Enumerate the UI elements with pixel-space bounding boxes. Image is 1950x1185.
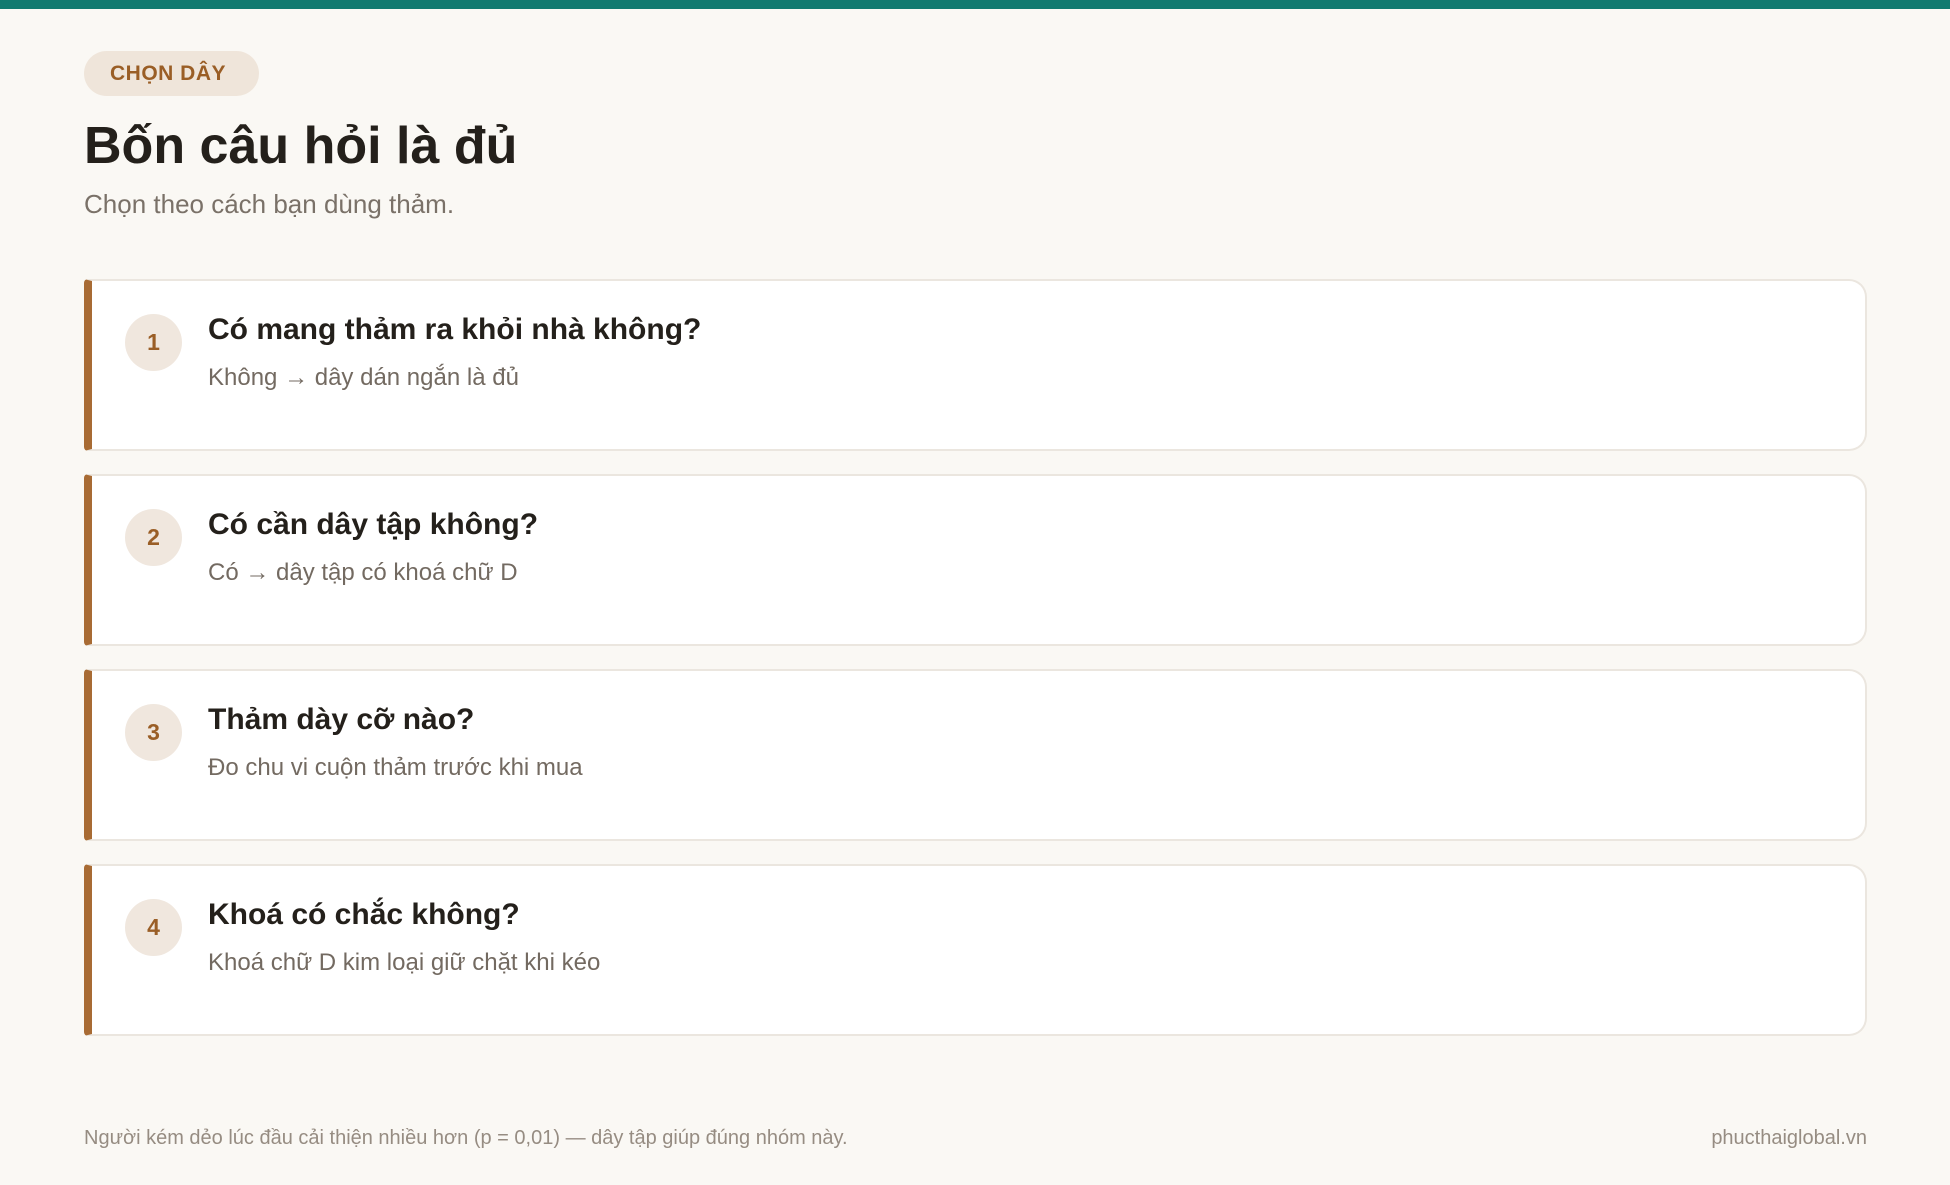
question-card-1: 1 Có mang thảm ra khỏi nhà không? Không … (84, 279, 1867, 451)
question-number-badge: 1 (125, 314, 182, 371)
page: CHỌN DÂY Bốn câu hỏi là đủ Chọn theo các… (84, 0, 1867, 1185)
question-answer: Có → dây tập có khoá chữ D (208, 559, 518, 586)
question-title: Thảm dày cỡ nào? (208, 703, 475, 736)
footer-site-url: phucthaiglobal.vn (1711, 1127, 1867, 1149)
page-title: Bốn câu hỏi là đủ (84, 117, 518, 175)
question-card-2: 2 Có cần dây tập không? Có → dây tập có … (84, 474, 1867, 646)
page-subtitle: Chọn theo cách bạn dùng thảm. (84, 189, 455, 219)
question-number-badge: 3 (125, 704, 182, 761)
question-card-3: 3 Thảm dày cỡ nào? Đo chu vi cuộn thảm t… (84, 669, 1867, 841)
question-answer: Khoá chữ D kim loại giữ chặt khi kéo (208, 949, 601, 976)
question-title: Khoá có chắc không? (208, 898, 520, 931)
question-answer: Đo chu vi cuộn thảm trước khi mua (208, 754, 583, 781)
section-eyebrow-badge: CHỌN DÂY (84, 51, 260, 96)
question-card-4: 4 Khoá có chắc không? Khoá chữ D kim loạ… (84, 864, 1867, 1036)
footer-note: Người kém dẻo lúc đầu cải thiện nhiều hơ… (84, 1127, 848, 1149)
question-title: Có cần dây tập không? (208, 508, 539, 541)
question-answer: Không → dây dán ngắn là đủ (208, 364, 519, 391)
question-number-badge: 4 (125, 899, 182, 956)
question-list: 1 Có mang thảm ra khỏi nhà không? Không … (84, 279, 1867, 1059)
question-number-badge: 2 (125, 509, 182, 566)
question-title: Có mang thảm ra khỏi nhà không? (208, 313, 702, 346)
